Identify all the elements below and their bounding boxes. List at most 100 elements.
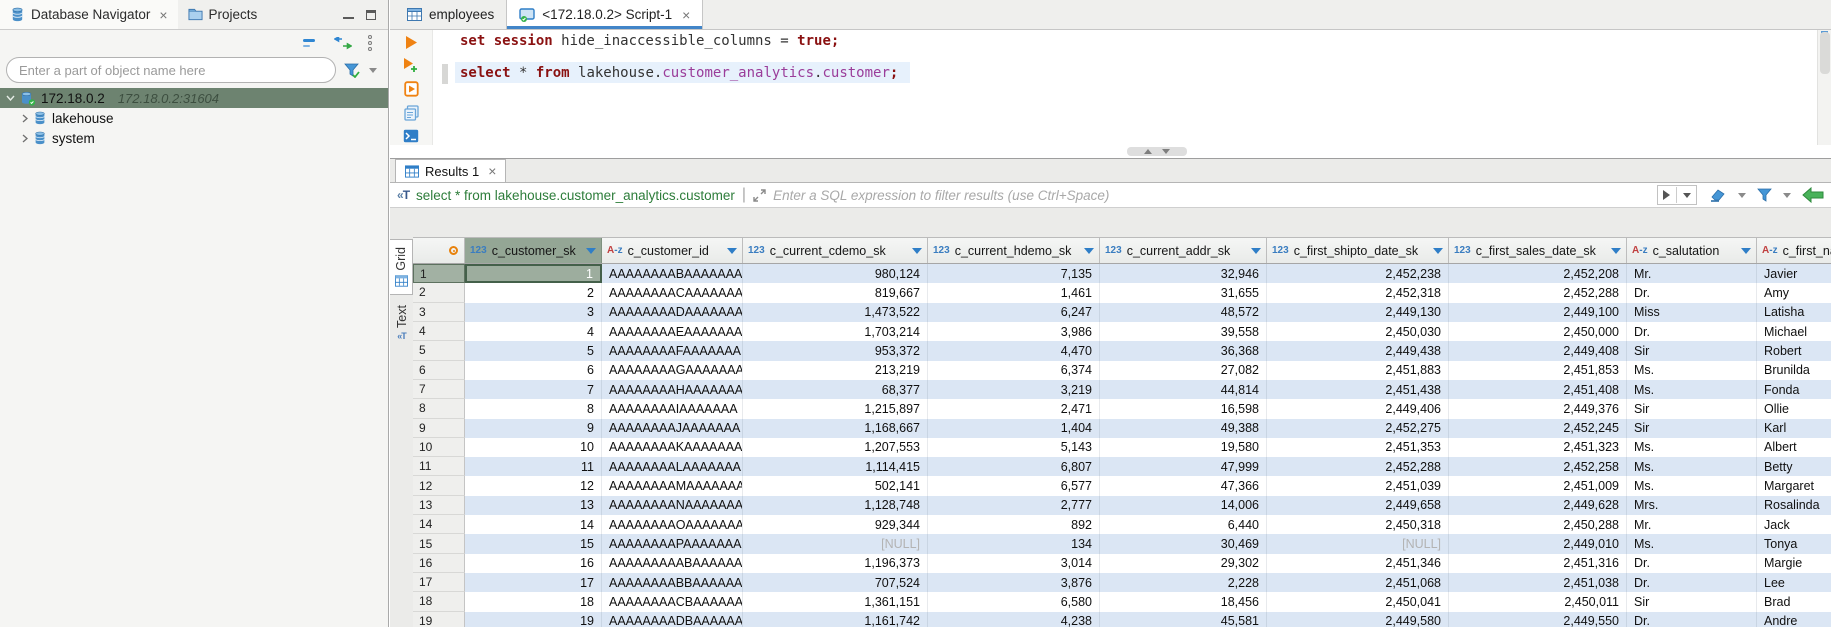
- grid-cell[interactable]: 18,456: [1100, 592, 1267, 611]
- grid-cell[interactable]: 2,452,318: [1267, 283, 1449, 302]
- grid-cell[interactable]: 2,452,245: [1449, 419, 1627, 438]
- tree-item-lakehouse[interactable]: lakehouse: [0, 108, 388, 128]
- filter-history-icon[interactable]: [1683, 193, 1691, 198]
- grid-cell[interactable]: 32,946: [1100, 264, 1267, 283]
- grid-cell[interactable]: 980,124: [743, 264, 928, 283]
- column-menu-icon[interactable]: [1611, 248, 1621, 254]
- grid-cell[interactable]: 2,450,011: [1449, 592, 1627, 611]
- column-header-c_current_hdemo_sk[interactable]: 123c_current_hdemo_sk: [928, 238, 1100, 263]
- grid-cell[interactable]: 2,450,318: [1267, 515, 1449, 534]
- grid-cell[interactable]: Karl: [1757, 419, 1831, 438]
- row-number[interactable]: 9: [413, 419, 465, 438]
- tab-projects[interactable]: Projects: [178, 0, 268, 29]
- grid-cell[interactable]: 4,238: [928, 612, 1100, 627]
- grid-cell[interactable]: 44,814: [1100, 380, 1267, 399]
- grid-cell[interactable]: 3,219: [928, 380, 1100, 399]
- chevron-expanded-icon[interactable]: [6, 95, 15, 101]
- row-number[interactable]: 11: [413, 457, 465, 476]
- chevron-down-icon[interactable]: [1783, 193, 1791, 198]
- grid-cell[interactable]: 2,452,238: [1267, 264, 1449, 283]
- grid-cell[interactable]: Mr.: [1627, 515, 1757, 534]
- grid-cell[interactable]: 2,451,353: [1267, 438, 1449, 457]
- grid-cell[interactable]: 892: [928, 515, 1100, 534]
- grid-cell[interactable]: 2,451,346: [1267, 554, 1449, 573]
- grid-cell[interactable]: 5: [465, 341, 602, 360]
- collapse-all-icon[interactable]: [302, 37, 318, 49]
- grid-cell[interactable]: 3: [465, 303, 602, 322]
- grid-cell[interactable]: Ms.: [1627, 380, 1757, 399]
- grid-cell[interactable]: Albert: [1757, 438, 1831, 457]
- tab-database-navigator[interactable]: Database Navigator ×: [0, 0, 178, 29]
- grid-cell[interactable]: 2,451,438: [1267, 380, 1449, 399]
- grid-cell[interactable]: 12: [465, 476, 602, 495]
- maximize-icon[interactable]: [366, 10, 376, 20]
- grid-cell[interactable]: Sir: [1627, 592, 1757, 611]
- grid-cell[interactable]: 2,451,408: [1449, 380, 1627, 399]
- grid-cell[interactable]: 48,572: [1100, 303, 1267, 322]
- results-filter-bar[interactable]: «T select * from lakehouse.customer_anal…: [390, 182, 1831, 208]
- grid-cell[interactable]: 30,469: [1100, 534, 1267, 553]
- grid-cell[interactable]: 18: [465, 592, 602, 611]
- grid-cell[interactable]: AAAAAAAAHAAAAAAA: [602, 380, 743, 399]
- grid-cell[interactable]: AAAAAAAADBAAAAAA: [602, 612, 743, 627]
- column-menu-icon[interactable]: [1433, 248, 1443, 254]
- grid-cell[interactable]: 39,558: [1100, 322, 1267, 341]
- column-header-c_current_cdemo_sk[interactable]: 123c_current_cdemo_sk: [743, 238, 928, 263]
- tab-results-1[interactable]: Results 1 ×: [395, 159, 506, 182]
- grid-cell[interactable]: 1,461: [928, 283, 1100, 302]
- grid-cell[interactable]: 2,449,580: [1267, 612, 1449, 627]
- tree-item-server[interactable]: 172.18.0.2 172.18.0.2:31604: [0, 88, 388, 108]
- grid-cell[interactable]: AAAAAAAADAAAAAAA: [602, 303, 743, 322]
- grid-cell[interactable]: 2,449,130: [1267, 303, 1449, 322]
- column-menu-icon[interactable]: [1084, 248, 1094, 254]
- grid-cell[interactable]: 2,451,068: [1267, 573, 1449, 592]
- row-number[interactable]: 10: [413, 438, 465, 457]
- grid-cell[interactable]: Tonya: [1757, 534, 1831, 553]
- grid-cell[interactable]: 2: [465, 283, 602, 302]
- grid-cell[interactable]: 1,404: [928, 419, 1100, 438]
- grid-cell[interactable]: 7: [465, 380, 602, 399]
- grid-cell[interactable]: AAAAAAAACBAAAAAA: [602, 592, 743, 611]
- grid-cell[interactable]: 2,471: [928, 399, 1100, 418]
- row-number[interactable]: 15: [413, 534, 465, 553]
- column-menu-icon[interactable]: [727, 248, 737, 254]
- row-number[interactable]: 4: [413, 322, 465, 341]
- grid-cell[interactable]: 2,452,288: [1267, 457, 1449, 476]
- chevron-down-icon[interactable]: [369, 68, 377, 73]
- clear-filter-icon[interactable]: [1708, 188, 1727, 203]
- grid-cell[interactable]: 16: [465, 554, 602, 573]
- grid-cell[interactable]: 707,524: [743, 573, 928, 592]
- expand-filter-icon[interactable]: [753, 189, 766, 202]
- view-menu-icon[interactable]: [368, 35, 372, 51]
- grid-cell[interactable]: Margie: [1757, 554, 1831, 573]
- execute-script-icon[interactable]: [404, 81, 419, 97]
- grid-cell[interactable]: 5,143: [928, 438, 1100, 457]
- grid-cell[interactable]: 2,451,009: [1449, 476, 1627, 495]
- grid-cell[interactable]: 68,377: [743, 380, 928, 399]
- grid-cell[interactable]: 2,451,323: [1449, 438, 1627, 457]
- grid-cell[interactable]: 19: [465, 612, 602, 627]
- apply-filter-icon[interactable]: [1663, 190, 1670, 200]
- row-number[interactable]: 6: [413, 361, 465, 380]
- grid-cell[interactable]: 3,876: [928, 573, 1100, 592]
- column-menu-icon[interactable]: [586, 248, 596, 254]
- grid-cell[interactable]: 27,082: [1100, 361, 1267, 380]
- grid-cell[interactable]: Ms.: [1627, 476, 1757, 495]
- chevron-down-icon[interactable]: [1738, 193, 1746, 198]
- grid-cell[interactable]: AAAAAAAABBAAAAAA: [602, 573, 743, 592]
- execute-new-tab-icon[interactable]: [403, 58, 419, 73]
- grid-cell[interactable]: 2,449,658: [1267, 496, 1449, 515]
- grid-cell[interactable]: Lee: [1757, 573, 1831, 592]
- grid-cell[interactable]: Jack: [1757, 515, 1831, 534]
- grid-cell[interactable]: Robert: [1757, 341, 1831, 360]
- row-number[interactable]: 8: [413, 399, 465, 418]
- grid-cell[interactable]: 15: [465, 534, 602, 553]
- close-icon[interactable]: ×: [488, 163, 496, 179]
- row-number[interactable]: 17: [413, 573, 465, 592]
- grid-cell[interactable]: 2,452,275: [1267, 419, 1449, 438]
- splitter-handle[interactable]: [1127, 147, 1187, 156]
- grid-cell[interactable]: 19,580: [1100, 438, 1267, 457]
- row-number[interactable]: 16: [413, 554, 465, 573]
- link-with-editor-icon[interactable]: [334, 37, 352, 50]
- grid-cell[interactable]: Betty: [1757, 457, 1831, 476]
